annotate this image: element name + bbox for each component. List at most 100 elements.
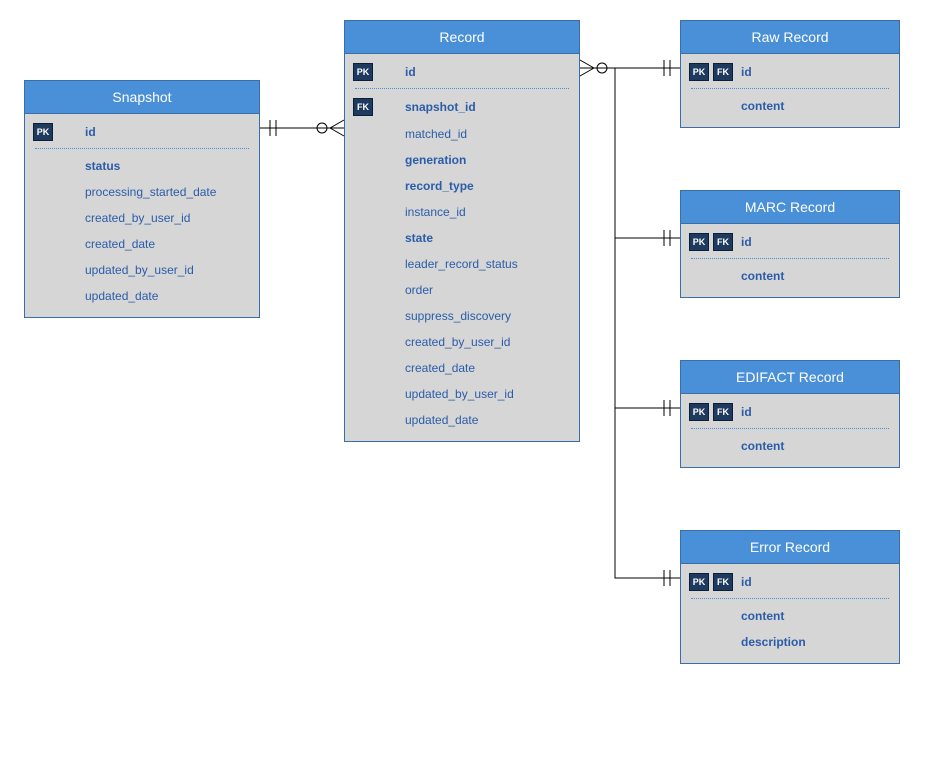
entity-raw: Raw Record PKFKidcontent: [680, 20, 900, 128]
entity-record-body: PKid FK snapshot_id matched_id generation rec…: [345, 54, 579, 441]
fk-badge: FK: [713, 573, 733, 591]
field-name: content: [741, 269, 889, 283]
field-row: leader_record_status: [345, 251, 579, 277]
field-name: record_type: [405, 179, 569, 193]
field-row: updated_by_user_id: [25, 257, 259, 283]
field-row: PKFKid: [681, 228, 899, 256]
field-name: description: [741, 635, 889, 649]
pk-badge: PK: [689, 233, 709, 251]
field-row: PKid: [345, 58, 579, 86]
field-row: PKFK id: [681, 568, 899, 596]
pk-badge: PK: [33, 123, 53, 141]
field-name: content: [741, 99, 889, 113]
field-name: status: [85, 159, 249, 173]
field-row: processing_started_date: [25, 179, 259, 205]
entity-edifact-title: EDIFACT Record: [681, 361, 899, 394]
pk-separator: [691, 428, 889, 429]
pk-separator: [691, 598, 889, 599]
field-row: created_by_user_id: [345, 329, 579, 355]
fk-badge: FK: [713, 63, 733, 81]
field-name: instance_id: [405, 205, 569, 219]
field-name: created_date: [405, 361, 569, 375]
pk-separator: [691, 88, 889, 89]
entity-error: Error Record PKFK id content description: [680, 530, 900, 664]
field-name: created_date: [85, 237, 249, 251]
field-row: PK id: [25, 118, 259, 146]
field-row: PKFKid: [681, 398, 899, 426]
field-name: id: [741, 235, 889, 249]
field-name: updated_date: [85, 289, 249, 303]
pk-badge: PK: [689, 403, 709, 421]
entity-edifact-body: PKFKidcontent: [681, 394, 899, 467]
entity-marc-title: MARC Record: [681, 191, 899, 224]
field-row: description: [681, 629, 899, 655]
field-row: updated_date: [25, 283, 259, 309]
field-row: order: [345, 277, 579, 303]
field-row: updated_date: [345, 407, 579, 433]
entity-marc-body: PKFKidcontent: [681, 224, 899, 297]
field-name: updated_by_user_id: [405, 387, 569, 401]
pk-badge: PK: [689, 573, 709, 591]
entity-error-body: PKFK id content description: [681, 564, 899, 663]
field-row: content: [681, 433, 899, 459]
field-row: PKFKid: [681, 58, 899, 86]
field-name: updated_date: [405, 413, 569, 427]
entity-edifact: EDIFACT Record PKFKidcontent: [680, 360, 900, 468]
field-name: id: [85, 125, 249, 139]
field-name: processing_started_date: [85, 185, 249, 199]
field-name: id: [741, 575, 889, 589]
field-name: content: [741, 609, 889, 623]
pk-badge: PK: [353, 63, 373, 81]
entity-record: Record PKid FK snapshot_id matched_idgenera…: [344, 20, 580, 442]
field-name: order: [405, 283, 569, 297]
field-row: content: [681, 263, 899, 289]
key-column: PK: [33, 123, 85, 141]
field-row: created_by_user_id: [25, 205, 259, 231]
pk-separator: [355, 88, 569, 89]
field-name: created_by_user_id: [85, 211, 249, 225]
entity-error-title: Error Record: [681, 531, 899, 564]
fk-badge: FK: [713, 233, 733, 251]
field-row: status: [25, 153, 259, 179]
field-row: state: [345, 225, 579, 251]
entity-record-title: Record: [345, 21, 579, 54]
field-row: suppress_discovery: [345, 303, 579, 329]
field-row: content: [681, 603, 899, 629]
entity-snapshot: Snapshot PK id status processing_started_da…: [24, 80, 260, 318]
fk-badge: FK: [353, 98, 373, 116]
entity-raw-title: Raw Record: [681, 21, 899, 54]
field-name: leader_record_status: [405, 257, 569, 271]
field-row: matched_id: [345, 121, 579, 147]
field-name: id: [741, 65, 889, 79]
field-name: id: [741, 405, 889, 419]
pk-separator: [35, 148, 249, 149]
entity-snapshot-title: Snapshot: [25, 81, 259, 114]
entity-raw-body: PKFKidcontent: [681, 54, 899, 127]
key-column: PKFK: [689, 233, 741, 251]
fk-badge: FK: [713, 403, 733, 421]
key-column: PKFK: [689, 403, 741, 421]
field-name: state: [405, 231, 569, 245]
field-name: matched_id: [405, 127, 569, 141]
field-name: snapshot_id: [405, 100, 569, 114]
field-row: FK snapshot_id: [345, 93, 579, 121]
key-column: PK: [353, 63, 405, 81]
pk-badge: PK: [689, 63, 709, 81]
field-row: updated_by_user_id: [345, 381, 579, 407]
entity-snapshot-body: PK id status processing_started_datecreated…: [25, 114, 259, 317]
key-column: PKFK: [689, 63, 741, 81]
pk-separator: [691, 258, 889, 259]
field-name: created_by_user_id: [405, 335, 569, 349]
field-row: generation: [345, 147, 579, 173]
field-row: created_date: [25, 231, 259, 257]
field-name: suppress_discovery: [405, 309, 569, 323]
field-row: content: [681, 93, 899, 119]
field-name: content: [741, 439, 889, 453]
field-row: record_type: [345, 173, 579, 199]
entity-marc: MARC Record PKFKidcontent: [680, 190, 900, 298]
field-name: generation: [405, 153, 569, 167]
field-row: created_date: [345, 355, 579, 381]
field-name: updated_by_user_id: [85, 263, 249, 277]
field-row: instance_id: [345, 199, 579, 225]
key-column: FK: [353, 98, 405, 116]
